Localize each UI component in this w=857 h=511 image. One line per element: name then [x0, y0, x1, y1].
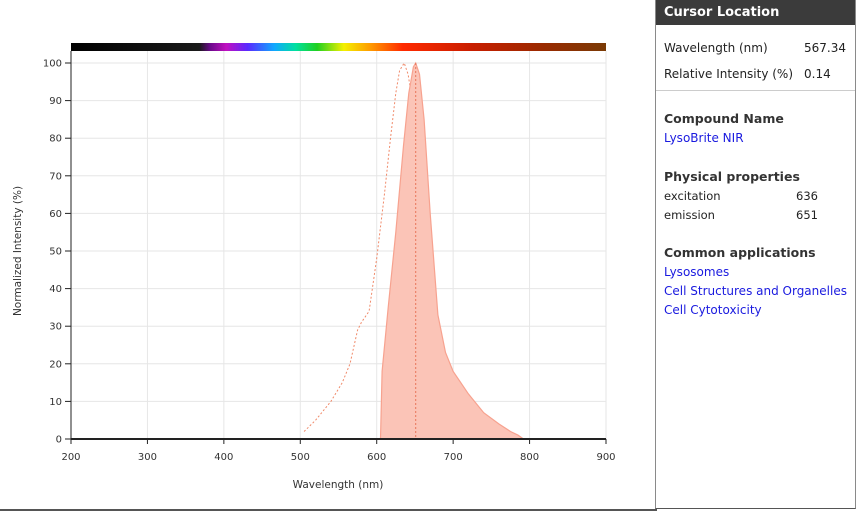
wavelength-label: Wavelength (nm) — [664, 41, 768, 55]
y-axis-title: Normalized Intensity (%) — [12, 186, 24, 316]
emission-label: emission — [664, 208, 715, 222]
application-link-lysosomes[interactable]: Lysosomes — [664, 263, 855, 282]
x-tick-label: 800 — [520, 452, 539, 463]
y-tick-label: 30 — [49, 322, 62, 333]
y-tick-label: 60 — [49, 209, 62, 220]
applications-section: Common applications Lysosomes Cell Struc… — [656, 245, 855, 320]
application-link-cell-structures[interactable]: Cell Structures and Organelles — [664, 282, 855, 301]
grid-lines — [70, 51, 607, 440]
x-tick-label: 900 — [596, 452, 615, 463]
applications-title: Common applications — [664, 245, 816, 260]
y-tick-label: 50 — [49, 247, 62, 258]
y-tick-label: 100 — [43, 59, 62, 70]
compound-name-link[interactable]: LysoBrite NIR — [664, 129, 855, 148]
y-tick-label: 10 — [49, 397, 62, 408]
application-link-cytotoxicity[interactable]: Cell Cytotoxicity — [664, 301, 855, 320]
wavelength-row: Wavelength (nm) 567.34 — [664, 35, 855, 61]
excitation-row: excitation 636 — [664, 187, 855, 206]
excitation-value: 636 — [796, 189, 818, 203]
x-tick-label: 600 — [367, 452, 386, 463]
y-tick-label: 40 — [49, 284, 62, 295]
excitation-label: excitation — [664, 189, 721, 203]
x-tick-label: 700 — [444, 452, 463, 463]
x-tick-label: 300 — [138, 452, 157, 463]
info-panel: Cursor Location Wavelength (nm) 567.34 R… — [655, 0, 856, 509]
physical-title: Physical properties — [664, 169, 800, 184]
x-tick-label: 200 — [61, 452, 80, 463]
intensity-row: Relative Intensity (%) 0.14 — [664, 61, 855, 87]
compound-title: Compound Name — [664, 111, 784, 126]
y-tick-label: 90 — [49, 96, 62, 107]
x-tick-label: 400 — [214, 452, 233, 463]
intensity-value: 0.14 — [804, 67, 831, 81]
wavelength-value: 567.34 — [804, 41, 846, 55]
compound-section: Compound Name LysoBrite NIR — [656, 111, 855, 148]
physical-section: Physical properties excitation 636 emiss… — [656, 169, 855, 225]
y-tick-label: 20 — [49, 359, 62, 370]
x-axis-title: Wavelength (nm) — [293, 479, 384, 491]
cursor-readout: Wavelength (nm) 567.34 Relative Intensit… — [656, 25, 855, 91]
cursor-location-header: Cursor Location — [656, 0, 855, 25]
y-tick-label: 80 — [49, 134, 62, 145]
spectrum-chart[interactable]: 200 300 400 500 600 700 800 900 0 10 20 30 40 50 60 70 8… — [0, 0, 655, 511]
emission-value: 651 — [796, 208, 818, 222]
chart-svg[interactable]: 200 300 400 500 600 700 800 900 0 10 20 30 40 50 60 70 8… — [0, 0, 655, 511]
x-tick-label: 500 — [291, 452, 310, 463]
axes — [65, 51, 607, 444]
emission-row: emission 651 — [664, 206, 855, 225]
intensity-label: Relative Intensity (%) — [664, 67, 794, 81]
y-tick-label: 0 — [56, 435, 62, 446]
wavelength-color-bar — [71, 43, 606, 51]
y-tick-label: 70 — [49, 171, 62, 182]
applications-list: Lysosomes Cell Structures and Organelles… — [664, 263, 855, 320]
